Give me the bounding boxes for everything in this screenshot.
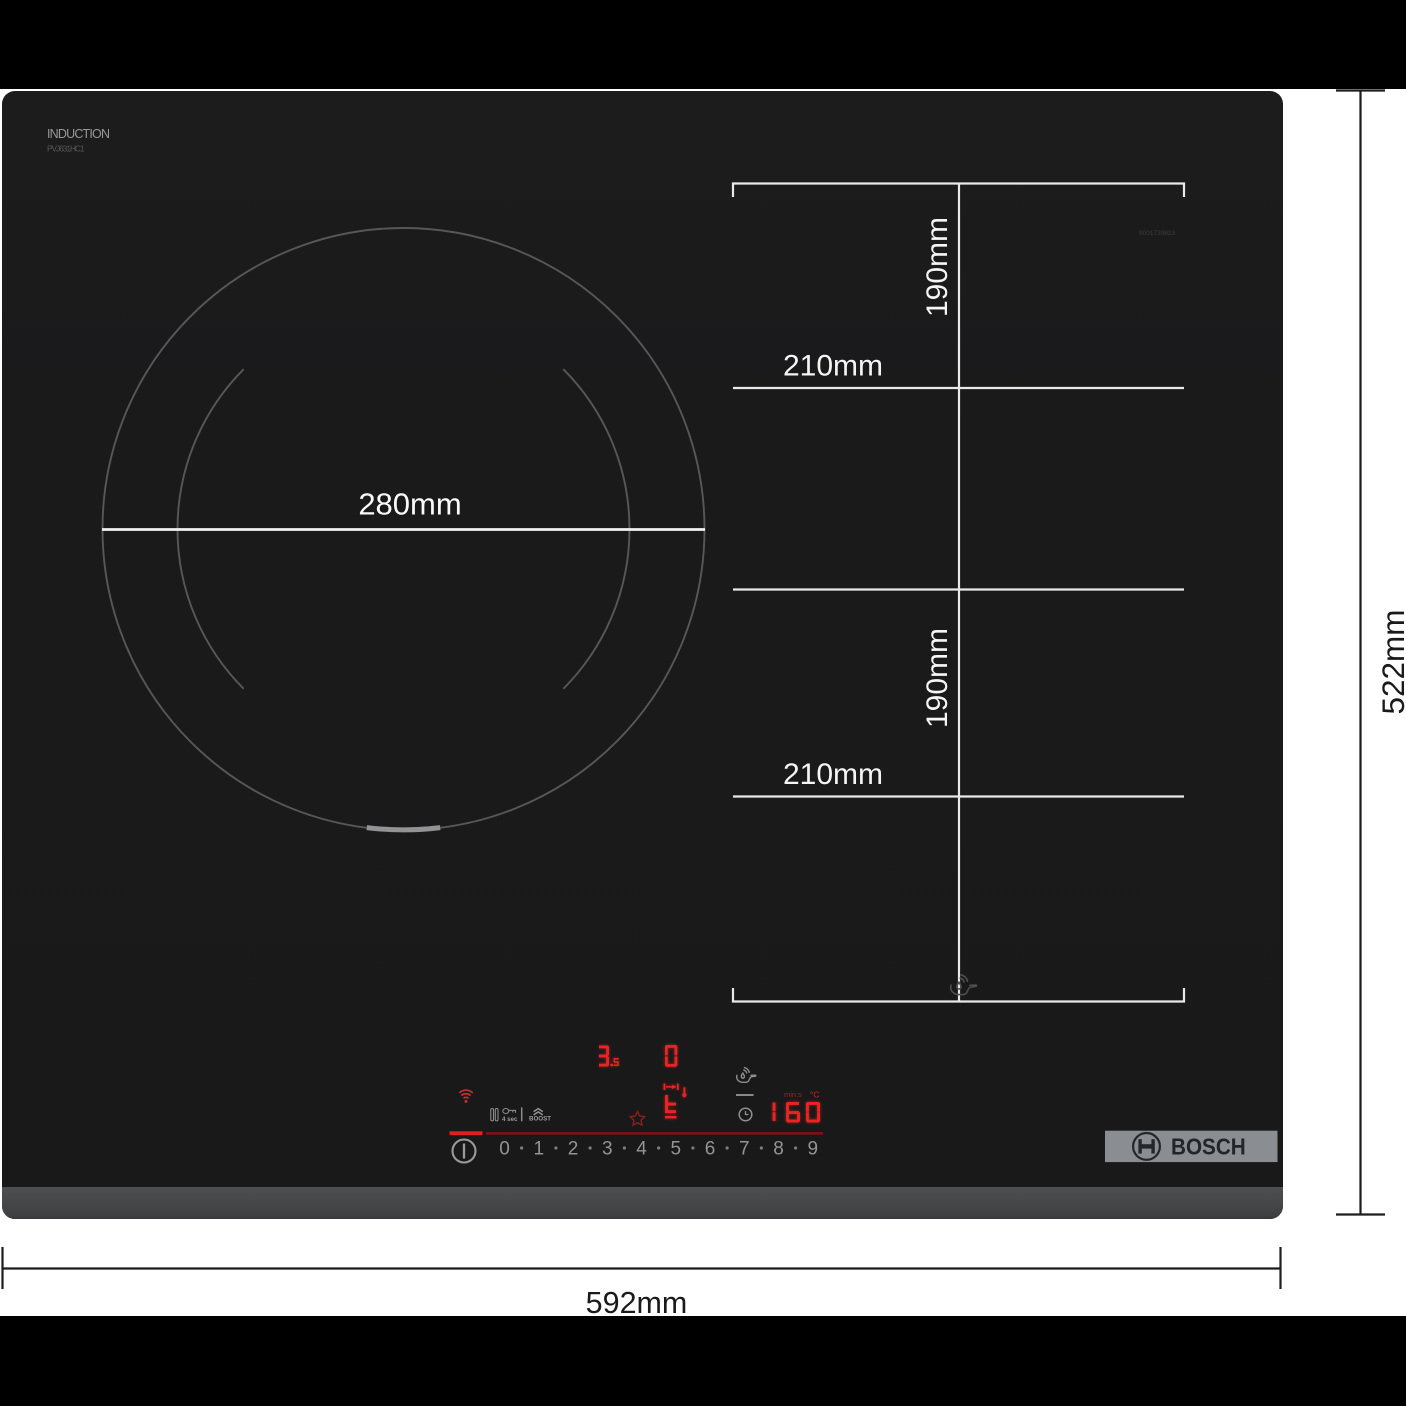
svg-text:1: 1 — [534, 1139, 545, 1160]
svg-text:min:s: min:s — [784, 1090, 802, 1099]
svg-text:190mm: 190mm — [921, 628, 954, 728]
svg-text:9001739813: 9001739813 — [1139, 230, 1176, 237]
svg-text:6: 6 — [705, 1139, 716, 1160]
svg-text:4: 4 — [636, 1139, 647, 1160]
svg-text:5: 5 — [671, 1139, 682, 1160]
svg-text:7: 7 — [739, 1139, 750, 1160]
svg-text:BOSCH: BOSCH — [1171, 1133, 1246, 1159]
svg-text:BOOST: BOOST — [529, 1116, 551, 1123]
svg-text:9: 9 — [808, 1139, 819, 1160]
svg-text:210mm: 210mm — [783, 758, 883, 791]
svg-text:°C: °C — [810, 1090, 820, 1100]
svg-text:522mm: 522mm — [1375, 609, 1406, 714]
svg-text:0: 0 — [499, 1139, 510, 1160]
svg-text:592mm: 592mm — [586, 1286, 688, 1320]
svg-text:280mm: 280mm — [358, 487, 461, 522]
svg-text:3: 3 — [602, 1139, 613, 1160]
svg-text:190mm: 190mm — [921, 217, 954, 317]
svg-text:8: 8 — [773, 1139, 784, 1160]
svg-text:2: 2 — [568, 1139, 579, 1160]
svg-text:PVJ631HC1: PVJ631HC1 — [47, 144, 85, 154]
svg-text:210mm: 210mm — [783, 350, 883, 383]
svg-text:INDUCTION: INDUCTION — [47, 127, 110, 141]
svg-text:4 sec: 4 sec — [502, 1116, 518, 1123]
